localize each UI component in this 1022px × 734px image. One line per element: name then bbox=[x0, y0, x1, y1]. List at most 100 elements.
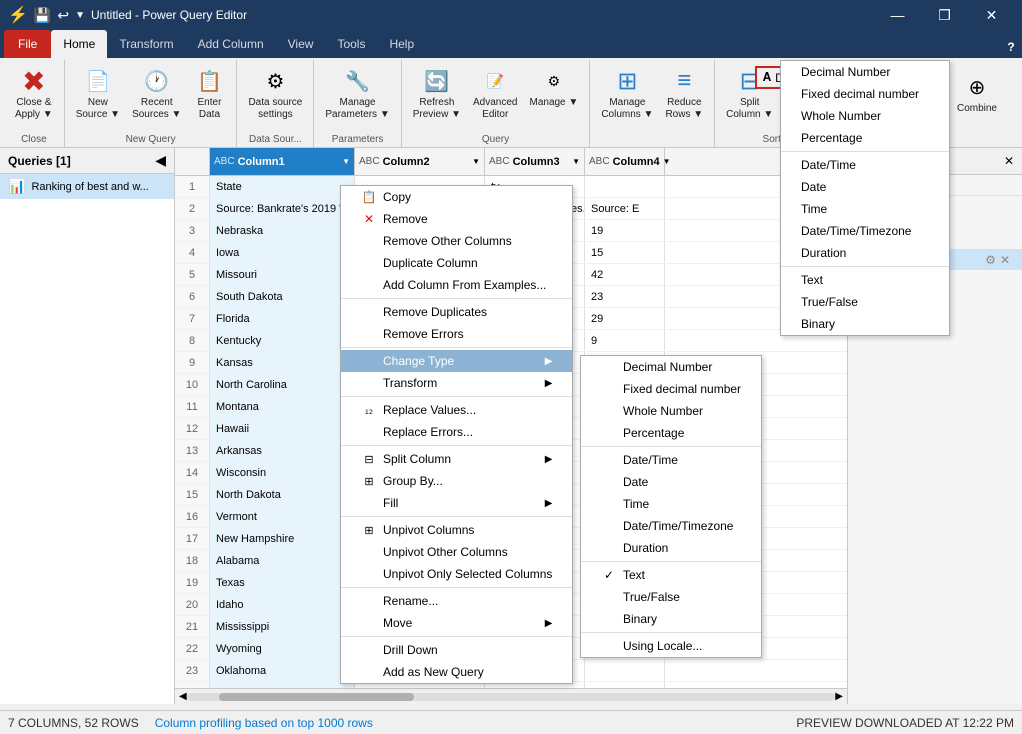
sub-datetimezone[interactable]: Date/Time/Timezone bbox=[581, 515, 761, 537]
cm-add-from-examples[interactable]: Add Column From Examples... bbox=[341, 274, 572, 296]
undo-icon[interactable]: ↩ bbox=[57, 7, 69, 24]
sub-date[interactable]: Date bbox=[581, 471, 761, 493]
dt-percentage[interactable]: Percentage bbox=[781, 127, 949, 149]
scroll-track[interactable] bbox=[187, 693, 836, 701]
sub-text-check: ✓ bbox=[601, 568, 617, 582]
datatype-icon: 𝐀 bbox=[763, 70, 771, 85]
advanced-editor-button[interactable]: 📝 AdvancedEditor bbox=[468, 62, 522, 124]
queries-panel-collapse[interactable]: ◀ bbox=[155, 152, 166, 169]
sub-using-locale[interactable]: Using Locale... bbox=[581, 635, 761, 657]
column4-header[interactable]: ABC Column4 ▼ bbox=[585, 148, 665, 175]
sub-datetime[interactable]: Date/Time bbox=[581, 449, 761, 471]
dt-decimal[interactable]: Decimal Number bbox=[781, 61, 949, 83]
qs-step-gear-icon[interactable]: ⚙ bbox=[985, 253, 996, 267]
tab-file[interactable]: File bbox=[4, 30, 51, 58]
row-cell: Oklahoma bbox=[210, 660, 355, 681]
sub-binary[interactable]: Binary bbox=[581, 608, 761, 630]
cm-drill-down[interactable]: Drill Down bbox=[341, 639, 572, 661]
cm-change-type[interactable]: Change Type ▶ bbox=[341, 350, 572, 372]
dt-truefalse[interactable]: True/False bbox=[781, 291, 949, 313]
tab-tools[interactable]: Tools bbox=[325, 30, 377, 58]
tab-home[interactable]: Home bbox=[51, 30, 107, 58]
sub-fixed-decimal[interactable]: Fixed decimal number bbox=[581, 378, 761, 400]
manage-columns-label: ManageColumns ▼ bbox=[601, 97, 653, 121]
scroll-thumb[interactable] bbox=[219, 693, 414, 701]
tab-view[interactable]: View bbox=[276, 30, 326, 58]
horizontal-scrollbar[interactable]: ◀ ▶ bbox=[175, 688, 847, 704]
dt-text[interactable]: Text bbox=[781, 269, 949, 291]
cm-unpivot-selected[interactable]: Unpivot Only Selected Columns bbox=[341, 563, 572, 585]
sub-time[interactable]: Time bbox=[581, 493, 761, 515]
row-cell: North Carolina bbox=[210, 374, 355, 395]
manage-columns-button[interactable]: ⊞ ManageColumns ▼ bbox=[596, 62, 658, 124]
dt-duration[interactable]: Duration bbox=[781, 242, 949, 264]
enter-data-button[interactable]: 📋 EnterData bbox=[188, 62, 230, 124]
dt-fixed-decimal[interactable]: Fixed decimal number bbox=[781, 83, 949, 105]
tab-transform[interactable]: Transform bbox=[107, 30, 185, 58]
dt-binary[interactable]: Binary bbox=[781, 313, 949, 335]
dt-date[interactable]: Date bbox=[781, 176, 949, 198]
cm-duplicate[interactable]: Duplicate Column bbox=[341, 252, 572, 274]
cm-fill[interactable]: Fill ▶ bbox=[341, 492, 572, 514]
sub-decimal[interactable]: Decimal Number bbox=[581, 356, 761, 378]
column1-header[interactable]: ABC Column1 ▼ bbox=[210, 148, 355, 175]
help-button[interactable]: ? bbox=[1000, 36, 1022, 58]
cm-remove-dupes[interactable]: Remove Duplicates bbox=[341, 301, 572, 323]
reduce-rows-button[interactable]: ≡ ReduceRows ▼ bbox=[660, 62, 708, 124]
manage-parameters-button[interactable]: 🔧 ManageParameters ▼ bbox=[320, 62, 394, 124]
column2-header[interactable]: ABC Column2 ▼ bbox=[355, 148, 485, 175]
cm-unpivot[interactable]: ⊞ Unpivot Columns bbox=[341, 519, 572, 541]
restore-button[interactable]: ❐ bbox=[922, 0, 967, 30]
close-button[interactable]: ✕ bbox=[969, 0, 1014, 30]
ribbon-group-query: 🔄 RefreshPreview ▼ 📝 AdvancedEditor ⚙ Ma… bbox=[402, 60, 591, 147]
query-item[interactable]: 📊 Ranking of best and w... bbox=[0, 174, 174, 199]
combine-button[interactable]: ⊕ Combine bbox=[952, 68, 1002, 118]
sub-text[interactable]: ✓ Text bbox=[581, 564, 761, 586]
dropdown-icon[interactable]: ▼ bbox=[75, 10, 85, 21]
cm-unpivot-other[interactable]: Unpivot Other Columns bbox=[341, 541, 572, 563]
manage-button[interactable]: ⚙ Manage ▼ bbox=[524, 62, 583, 112]
sub-whole-number[interactable]: Whole Number bbox=[581, 400, 761, 422]
cm-transform[interactable]: Transform ▶ bbox=[341, 372, 572, 394]
cm-rename[interactable]: Rename... bbox=[341, 590, 572, 612]
cm-remove-errors[interactable]: Remove Errors bbox=[341, 323, 572, 345]
cm-remove-other[interactable]: Remove Other Columns bbox=[341, 230, 572, 252]
new-source-button[interactable]: 📄 NewSource ▼ bbox=[71, 62, 125, 124]
row-cell: Kentucky bbox=[210, 330, 355, 351]
tab-add-column[interactable]: Add Column bbox=[186, 30, 276, 58]
row-cell bbox=[585, 176, 665, 197]
col3-dropdown-icon[interactable]: ▼ bbox=[572, 157, 580, 166]
sub-percentage[interactable]: Percentage bbox=[581, 422, 761, 444]
save-icon[interactable]: 💾 bbox=[34, 7, 51, 24]
scroll-right-arrow[interactable]: ▶ bbox=[835, 691, 843, 702]
cm-copy[interactable]: 📋 Copy bbox=[341, 186, 572, 208]
tab-help[interactable]: Help bbox=[377, 30, 426, 58]
qs-step-delete-icon[interactable]: ✕ bbox=[1000, 253, 1010, 267]
row-cell: New Hampshire bbox=[210, 528, 355, 549]
minimize-button[interactable]: — bbox=[875, 0, 920, 30]
close-apply-button[interactable]: ✖ Close &Apply ▼ bbox=[10, 62, 58, 124]
cm-add-new-query[interactable]: Add as New Query bbox=[341, 661, 572, 683]
col1-dropdown-icon[interactable]: ▼ bbox=[342, 157, 350, 166]
recent-sources-button[interactable]: 🕐 RecentSources ▼ bbox=[127, 62, 186, 124]
sub-sep1 bbox=[581, 446, 761, 447]
sub-truefalse[interactable]: True/False bbox=[581, 586, 761, 608]
cm-replace-values[interactable]: ₁₂ Replace Values... bbox=[341, 399, 572, 421]
dt-datetimezone[interactable]: Date/Time/Timezone bbox=[781, 220, 949, 242]
column3-header[interactable]: ABC Column3 ▼ bbox=[485, 148, 585, 175]
col4-dropdown-icon[interactable]: ▼ bbox=[663, 157, 671, 166]
dt-time[interactable]: Time bbox=[781, 198, 949, 220]
data-source-settings-button[interactable]: ⚙ Data sourcesettings bbox=[243, 62, 307, 124]
cm-replace-errors[interactable]: Replace Errors... bbox=[341, 421, 572, 443]
cm-group-by[interactable]: ⊞ Group By... bbox=[341, 470, 572, 492]
scroll-left-arrow[interactable]: ◀ bbox=[179, 691, 187, 702]
cm-split-column[interactable]: ⊟ Split Column ▶ bbox=[341, 448, 572, 470]
cm-remove[interactable]: ✕ Remove bbox=[341, 208, 572, 230]
dt-whole-number[interactable]: Whole Number bbox=[781, 105, 949, 127]
cm-move[interactable]: Move ▶ bbox=[341, 612, 572, 634]
query-settings-close[interactable]: ✕ bbox=[1004, 154, 1014, 168]
col2-dropdown-icon[interactable]: ▼ bbox=[472, 157, 480, 166]
sub-duration[interactable]: Duration bbox=[581, 537, 761, 559]
dt-datetime[interactable]: Date/Time bbox=[781, 154, 949, 176]
refresh-preview-button[interactable]: 🔄 RefreshPreview ▼ bbox=[408, 62, 466, 124]
